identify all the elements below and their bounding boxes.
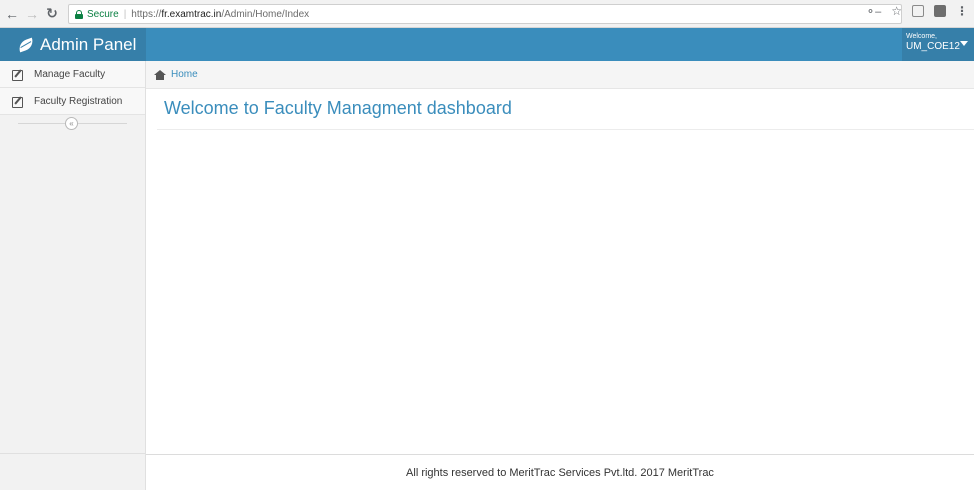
url-separator: | — [123, 8, 127, 20]
sidebar-item-label: Faculty Registration — [34, 95, 123, 107]
app-header: Admin Panel Welcome, UM_COE12 — [0, 28, 974, 61]
url-path: /Admin/Home/Index — [221, 8, 310, 20]
arrow-right-icon[interactable]: → — [24, 6, 40, 22]
browser-actions: ⚬– ☆ ⋮ — [866, 4, 968, 18]
page-title: Welcome to Faculty Managment dashboard — [164, 98, 512, 118]
leaf-icon — [16, 37, 36, 52]
edit-icon — [12, 96, 25, 108]
sidebar: Manage Faculty Faculty Registration « — [0, 61, 146, 490]
key-icon[interactable]: ⚬– — [866, 5, 881, 18]
arrow-left-icon[interactable]: ← — [4, 6, 20, 22]
sidebar-item-faculty-registration[interactable]: Faculty Registration — [0, 88, 145, 115]
footer: All rights reserved to MeritTrac Service… — [146, 454, 974, 490]
home-icon — [154, 69, 166, 80]
brand-title: Admin Panel — [40, 34, 137, 54]
divider — [0, 453, 145, 454]
sidebar-item-manage-faculty[interactable]: Manage Faculty — [0, 61, 145, 88]
url-host: fr.examtrac.in — [161, 8, 222, 20]
user-menu[interactable]: Welcome, UM_COE12 — [902, 28, 974, 61]
footer-text: All rights reserved to MeritTrac Service… — [406, 466, 714, 479]
sidebar-collapse-row: « — [0, 115, 145, 131]
star-icon[interactable]: ☆ — [891, 4, 902, 18]
caret-down-icon — [960, 41, 968, 46]
address-bar[interactable]: Secure | https://fr.examtrac.in/Admin/Ho… — [68, 4, 902, 24]
url-scheme: https:// — [131, 8, 162, 20]
brand-logo[interactable]: Admin Panel — [0, 28, 146, 61]
user-welcome-text: Welcome, — [906, 33, 937, 40]
extension-icon[interactable] — [934, 5, 946, 17]
divider — [157, 129, 974, 130]
browser-toolbar: ← → ↻ Secure | https://fr.examtrac.in/Ad… — [0, 0, 974, 28]
reload-icon[interactable]: ↻ — [44, 5, 60, 22]
extension-icon[interactable] — [912, 5, 924, 17]
collapse-sidebar-button[interactable]: « — [65, 117, 78, 130]
menu-icon[interactable]: ⋮ — [956, 4, 968, 18]
sidebar-item-label: Manage Faculty — [34, 68, 106, 80]
breadcrumb-home-link[interactable]: Home — [171, 69, 198, 80]
lock-icon — [75, 9, 83, 19]
secure-label: Secure — [87, 8, 119, 20]
breadcrumb: Home — [146, 61, 974, 89]
edit-icon — [12, 69, 25, 81]
